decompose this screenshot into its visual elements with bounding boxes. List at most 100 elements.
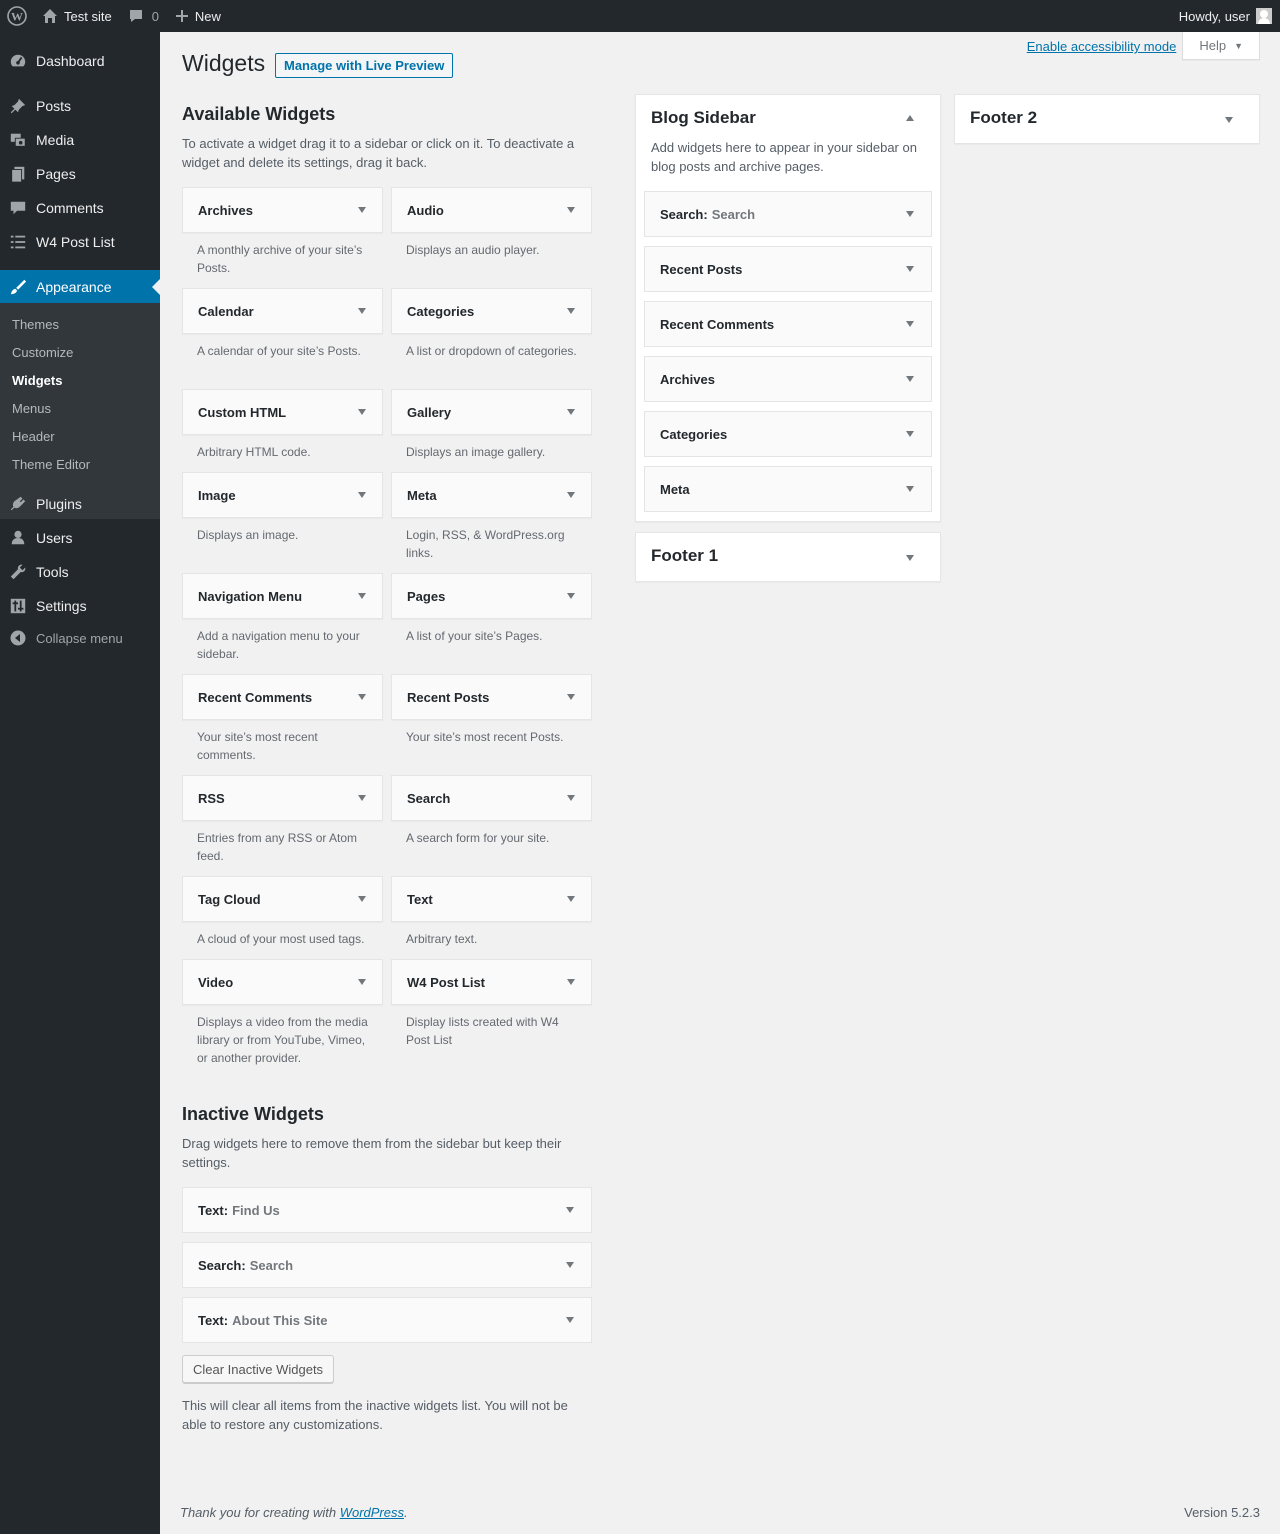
menu-item-appearance[interactable]: Appearance [0, 270, 160, 304]
sidebar-widget-recent-comments[interactable]: Recent Comments [644, 301, 932, 347]
menu-item-w4-post-list[interactable]: W4 Post List [0, 225, 160, 259]
help-tab-button[interactable]: Help ▼ [1182, 32, 1260, 60]
collapse-menu-button[interactable]: Collapse menu [0, 626, 160, 650]
expand-arrow-icon[interactable] [906, 555, 914, 561]
expand-arrow-icon[interactable] [906, 211, 914, 217]
expand-arrow-icon[interactable] [358, 694, 366, 700]
expand-arrow-icon[interactable] [566, 1317, 574, 1323]
submenu-menus[interactable]: Menus [12, 401, 51, 416]
widget-image[interactable]: Image [182, 472, 383, 518]
widget-archives[interactable]: Archives [182, 187, 383, 233]
collapse-arrow-icon[interactable] [906, 115, 914, 121]
widget-tag-cloud[interactable]: Tag Cloud [182, 876, 383, 922]
expand-arrow-icon[interactable] [567, 593, 575, 599]
widget-search[interactable]: Search [391, 775, 592, 821]
inactive-widget-text-about-this-site[interactable]: Text: About This Site [182, 1297, 592, 1343]
widget-rss[interactable]: RSS [182, 775, 383, 821]
comments-count: 0 [151, 8, 159, 24]
expand-arrow-icon[interactable] [358, 207, 366, 213]
expand-arrow-icon[interactable] [358, 409, 366, 415]
site-name-link[interactable]: Test site [34, 0, 120, 32]
inactive-widget-search-search[interactable]: Search: Search [182, 1242, 592, 1288]
expand-arrow-icon[interactable] [906, 431, 914, 437]
expand-arrow-icon[interactable] [567, 409, 575, 415]
clear-inactive-widgets-button[interactable]: Clear Inactive Widgets [182, 1355, 335, 1383]
expand-arrow-icon[interactable] [906, 376, 914, 382]
sidebar-widget-archives[interactable]: Archives [644, 356, 932, 402]
widget-title: Categories [407, 303, 475, 319]
footer-2-title[interactable]: Footer 2 [970, 108, 1037, 128]
submenu-customize[interactable]: Customize [12, 345, 73, 360]
wordpress-logo-icon[interactable]: W [0, 0, 34, 32]
menu-item-dashboard[interactable]: Dashboard [0, 44, 160, 78]
menu-item-media[interactable]: Media [0, 123, 160, 157]
expand-arrow-icon[interactable] [1225, 117, 1233, 123]
widget-gallery[interactable]: Gallery [391, 389, 592, 435]
widget-recent-posts[interactable]: Recent Posts [391, 674, 592, 720]
menu-item-settings[interactable]: Settings [0, 589, 160, 623]
avatar [1256, 8, 1272, 24]
widget-video[interactable]: Video [182, 959, 383, 1005]
widget-title: Audio [407, 202, 444, 218]
expand-arrow-icon[interactable] [358, 492, 366, 498]
menu-item-pages[interactable]: Pages [0, 157, 160, 191]
menu-item-comments[interactable]: Comments [0, 191, 160, 225]
widget-navigation-menu[interactable]: Navigation Menu [182, 573, 383, 619]
widget-w4-post-list[interactable]: W4 Post List [391, 959, 592, 1005]
widget-recent-comments[interactable]: Recent Comments [182, 674, 383, 720]
menu-item-plugins[interactable]: Plugins [0, 487, 160, 521]
new-content-link[interactable]: New [167, 0, 229, 32]
widget-calendar[interactable]: Calendar [182, 288, 383, 334]
expand-arrow-icon[interactable] [358, 593, 366, 599]
expand-arrow-icon[interactable] [906, 321, 914, 327]
menu-item-posts[interactable]: Posts [0, 89, 160, 123]
widget-pages[interactable]: Pages [391, 573, 592, 619]
submenu-theme-editor[interactable]: Theme Editor [12, 457, 90, 472]
widget-text[interactable]: Text [391, 876, 592, 922]
menu-item-users[interactable]: Users [0, 521, 160, 555]
sidebar-widget-recent-posts[interactable]: Recent Posts [644, 246, 932, 292]
paintbrush-icon [0, 278, 36, 296]
expand-arrow-icon[interactable] [358, 896, 366, 902]
sidebar-widget-meta[interactable]: Meta [644, 466, 932, 512]
widget-title: Gallery [407, 404, 452, 420]
comments-link[interactable]: 0 [120, 0, 167, 32]
menu-item-tools[interactable]: Tools [0, 555, 160, 589]
inactive-widget-text-find-us[interactable]: Text: Find Us [182, 1187, 592, 1233]
my-account-link[interactable]: Howdy, user [1171, 0, 1280, 32]
blog-sidebar-title[interactable]: Blog Sidebar [651, 108, 756, 128]
expand-arrow-icon[interactable] [567, 492, 575, 498]
expand-arrow-icon[interactable] [567, 308, 575, 314]
widget-audio[interactable]: Audio [391, 187, 592, 233]
wordpress-link[interactable]: WordPress [340, 1505, 404, 1520]
expand-arrow-icon[interactable] [567, 207, 575, 213]
footer-1-title[interactable]: Footer 1 [651, 546, 718, 566]
widget-title: Recent Posts [407, 689, 490, 705]
widget-custom-html[interactable]: Custom HTML [182, 389, 383, 435]
expand-arrow-icon[interactable] [567, 795, 575, 801]
expand-arrow-icon[interactable] [358, 979, 366, 985]
submenu-themes[interactable]: Themes [12, 317, 59, 332]
expand-arrow-icon[interactable] [567, 896, 575, 902]
widget-categories[interactable]: Categories [391, 288, 592, 334]
expand-arrow-icon[interactable] [567, 694, 575, 700]
widget-meta[interactable]: Meta [391, 472, 592, 518]
expand-arrow-icon[interactable] [567, 979, 575, 985]
submenu-widgets[interactable]: Widgets [12, 373, 62, 388]
expand-arrow-icon[interactable] [358, 308, 366, 314]
sidebar-widget-search[interactable]: Search: Search [644, 191, 932, 237]
expand-arrow-icon[interactable] [906, 266, 914, 272]
widget-instance-title: Search [711, 206, 756, 222]
expand-arrow-icon[interactable] [906, 486, 914, 492]
expand-arrow-icon[interactable] [566, 1207, 574, 1213]
accessibility-mode-link[interactable]: Enable accessibility mode [1027, 39, 1177, 54]
expand-arrow-icon[interactable] [358, 795, 366, 801]
expand-arrow-icon[interactable] [566, 1262, 574, 1268]
submenu-header[interactable]: Header [12, 429, 55, 444]
widget-instance-title: Find Us [232, 1202, 280, 1218]
sidebar-widget-categories[interactable]: Categories [644, 411, 932, 457]
widget-title: W4 Post List [407, 974, 486, 990]
live-preview-button[interactable]: Manage with Live Preview [275, 53, 454, 78]
widget-description: Login, RSS, & WordPress.org links. [406, 528, 565, 560]
home-icon [42, 8, 58, 24]
